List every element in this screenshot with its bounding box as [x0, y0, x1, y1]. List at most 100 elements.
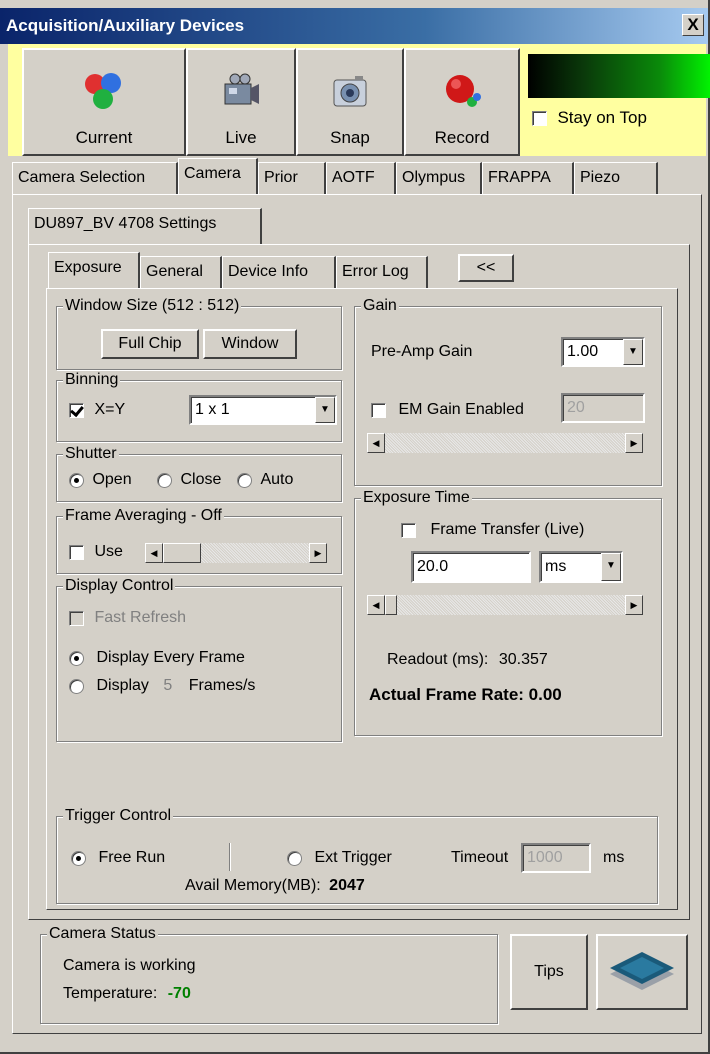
chevron-down-icon[interactable]: ▼: [601, 553, 621, 581]
timeout-unit: ms: [603, 849, 625, 866]
em-gain-scrollbar[interactable]: ◀ ▶: [367, 433, 643, 453]
shutter-open-radio[interactable]: Open: [69, 471, 132, 489]
tab-settings[interactable]: DU897_BV 4708 Settings: [28, 208, 262, 244]
tab-general[interactable]: General: [140, 256, 222, 288]
scroll-left-icon[interactable]: ◀: [367, 595, 385, 615]
shutter-auto-dot[interactable]: [237, 472, 252, 488]
tab-device-info[interactable]: Device Info: [222, 256, 336, 288]
tips-button[interactable]: Tips: [510, 934, 588, 1010]
tab-prior[interactable]: Prior: [258, 162, 326, 194]
every-frame-label: Display Every Frame: [96, 649, 245, 666]
scroll-right-icon[interactable]: ▶: [309, 543, 327, 563]
tab-error-log[interactable]: Error Log: [336, 256, 428, 288]
shutter-open-dot[interactable]: [69, 472, 84, 488]
preamp-gain-select[interactable]: 1.00 ▼: [561, 337, 645, 367]
em-gain-checkbox[interactable]: EM Gain Enabled: [371, 401, 524, 419]
exposure-unit-value: ms: [545, 558, 567, 575]
scroll-right-icon[interactable]: ▶: [625, 433, 643, 453]
live-button[interactable]: Live: [186, 48, 296, 156]
layers-logo-icon: [610, 952, 674, 990]
ext-trigger-dot[interactable]: [287, 850, 302, 866]
stay-on-top-label: Stay on Top: [557, 108, 647, 127]
ext-trigger-radio[interactable]: Ext Trigger: [287, 849, 392, 867]
signal-level-bar: [528, 54, 710, 98]
display-rate-label: Display: [96, 677, 149, 694]
tab-exposure[interactable]: Exposure: [48, 252, 140, 288]
shutter-title: Shutter: [63, 445, 119, 463]
scroll-left-icon[interactable]: ◀: [145, 543, 163, 563]
averaging-scrollbar[interactable]: ◀ ▶: [145, 543, 327, 563]
exposure-unit-select[interactable]: ms ▼: [539, 551, 623, 583]
display-rate-radio[interactable]: Display 5 Frames/s: [69, 677, 255, 695]
free-run-dot[interactable]: [71, 850, 86, 866]
gain-group: Gain Pre-Amp Gain 1.00 ▼ EM Gain Enabled…: [354, 297, 662, 486]
trigger-divider: [229, 843, 231, 871]
collapse-button[interactable]: <<: [458, 254, 514, 282]
acquisition-window: Acquisition/Auxiliary Devices X Current …: [0, 0, 710, 1054]
fast-refresh-box[interactable]: [69, 610, 84, 626]
display-rate-dot[interactable]: [69, 678, 84, 694]
every-frame-dot[interactable]: [69, 650, 84, 666]
use-averaging-label: Use: [94, 543, 123, 560]
full-chip-button[interactable]: Full Chip: [101, 329, 199, 359]
tab-aotf[interactable]: AOTF: [326, 162, 396, 194]
xy-label: X=Y: [94, 401, 126, 418]
exposure-value-field[interactable]: 20.0: [411, 551, 531, 583]
current-icon: [85, 73, 121, 109]
tab-camera[interactable]: Camera: [178, 158, 258, 194]
averaging-scroll-thumb[interactable]: [163, 543, 201, 563]
use-averaging-checkbox[interactable]: Use: [69, 543, 123, 561]
exposure-time-title: Exposure Time: [361, 489, 472, 507]
frame-transfer-box[interactable]: [401, 522, 416, 538]
window-size-group: Window Size (512 : 512) Full Chip Window: [56, 297, 342, 370]
binning-value: 1 x 1: [195, 401, 230, 418]
temperature-label: Temperature:: [63, 985, 158, 1002]
scroll-right-icon[interactable]: ▶: [625, 595, 643, 615]
snap-button[interactable]: Snap: [296, 48, 404, 156]
camera-status-title: Camera Status: [47, 925, 158, 943]
chevron-down-icon[interactable]: ▼: [315, 397, 335, 423]
tab-olympus[interactable]: Olympus: [396, 162, 482, 194]
tab-frappa[interactable]: FRAPPA: [482, 162, 574, 194]
shutter-auto-radio[interactable]: Auto: [237, 471, 293, 489]
display-rate-value[interactable]: 5: [163, 677, 172, 694]
xy-checkbox-box[interactable]: [69, 402, 84, 418]
about-button[interactable]: [596, 934, 688, 1010]
tab-camera-selection[interactable]: Camera Selection: [12, 162, 178, 194]
fast-refresh-label: Fast Refresh: [94, 609, 187, 626]
record-icon: [446, 75, 481, 107]
record-button[interactable]: Record: [404, 48, 520, 156]
shutter-close-dot[interactable]: [157, 472, 172, 488]
close-button[interactable]: X: [682, 14, 704, 36]
fast-refresh-checkbox[interactable]: Fast Refresh: [69, 609, 186, 627]
stay-on-top-box[interactable]: [532, 110, 547, 126]
frame-transfer-checkbox[interactable]: Frame Transfer (Live): [401, 521, 584, 539]
frame-transfer-label: Frame Transfer (Live): [430, 521, 585, 538]
tab-piezo[interactable]: Piezo: [574, 162, 658, 194]
em-gain-box[interactable]: [371, 402, 386, 418]
free-run-radio[interactable]: Free Run: [71, 849, 165, 867]
timeout-field[interactable]: 1000: [521, 843, 591, 873]
exposure-scroll-thumb[interactable]: [385, 595, 397, 615]
window-button[interactable]: Window: [203, 329, 297, 359]
stay-on-top-checkbox[interactable]: Stay on Top: [532, 108, 647, 128]
display-rate-unit: Frames/s: [188, 677, 256, 694]
exposure-scrollbar[interactable]: ◀ ▶: [367, 595, 643, 615]
readout-label: Readout (ms):: [387, 651, 489, 668]
shutter-close-radio[interactable]: Close: [157, 471, 221, 489]
preamp-gain-value: 1.00: [567, 343, 599, 360]
use-averaging-box[interactable]: [69, 544, 84, 560]
temperature-row: Temperature: -70: [63, 985, 191, 1003]
toolbar: Current Live Snap Record Stay on Top: [8, 44, 710, 156]
xy-checkbox[interactable]: X=Y: [69, 401, 125, 419]
em-gain-field[interactable]: 20: [561, 393, 645, 423]
camera-status-group: Camera Status Camera is working Temperat…: [40, 925, 498, 1024]
live-camera-icon: [224, 73, 259, 105]
scroll-left-icon[interactable]: ◀: [367, 433, 385, 453]
chevron-down-icon[interactable]: ▼: [623, 339, 643, 365]
shutter-close-label: Close: [180, 471, 222, 488]
display-every-frame-radio[interactable]: Display Every Frame: [69, 649, 245, 667]
current-button[interactable]: Current: [22, 48, 186, 156]
binning-select[interactable]: 1 x 1 ▼: [189, 395, 337, 425]
memory-value: 2047: [329, 877, 365, 894]
